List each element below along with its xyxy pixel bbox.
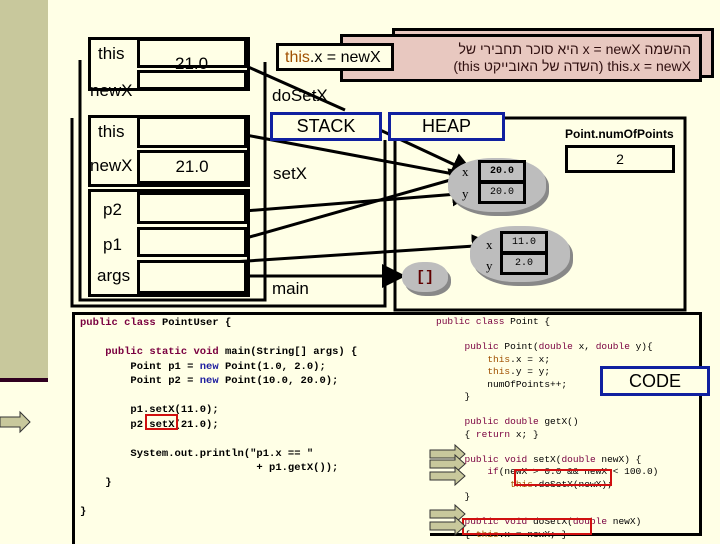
arrow-icon	[429, 465, 466, 487]
arrow-icon	[429, 503, 466, 525]
execution-arrows	[0, 410, 466, 537]
arrow-icon	[429, 515, 466, 537]
arrow-icon	[0, 410, 31, 434]
